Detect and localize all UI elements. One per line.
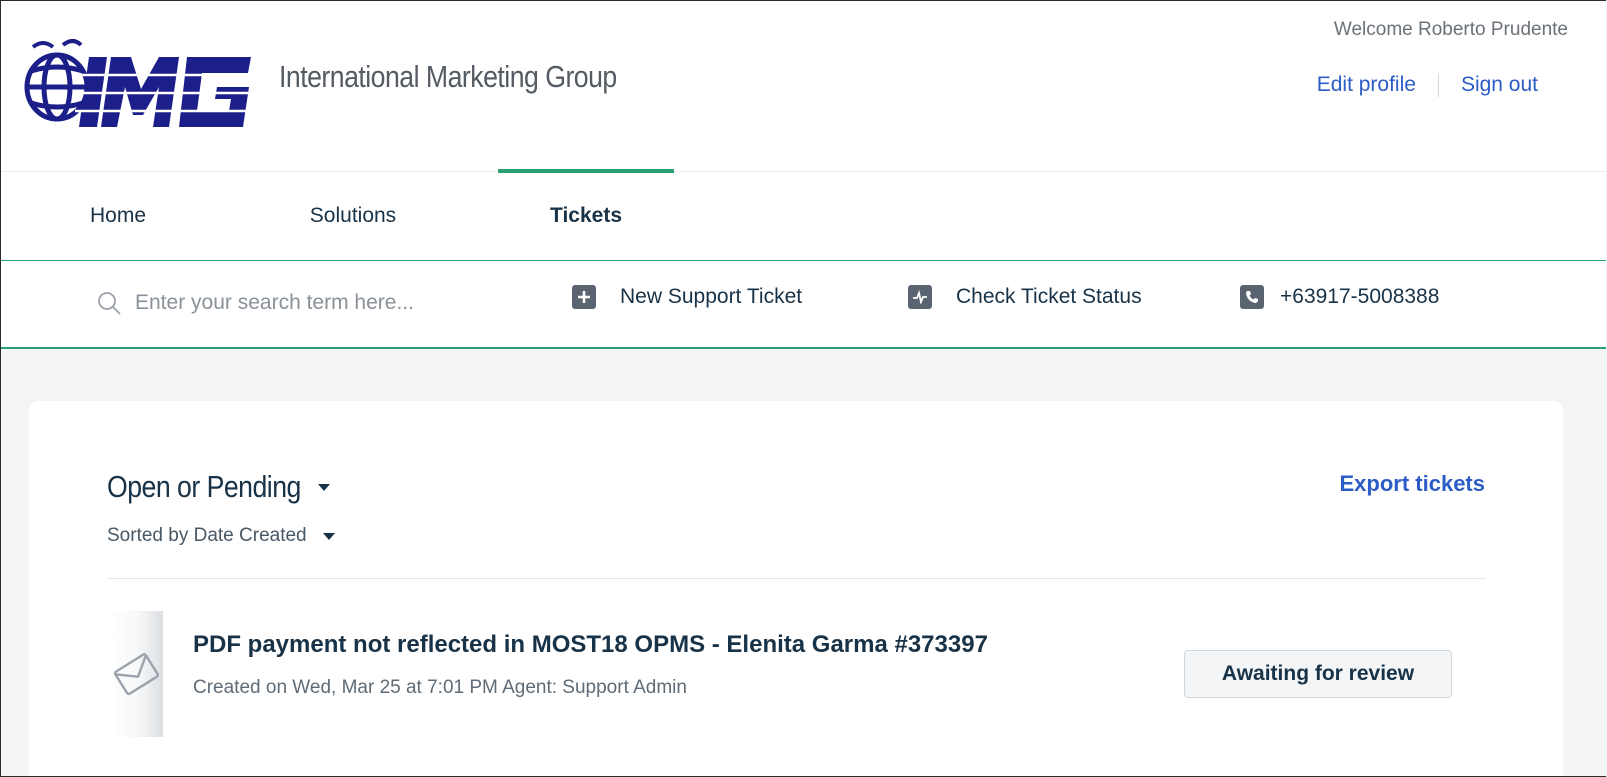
check-ticket-status-label: Check Ticket Status <box>956 285 1142 308</box>
check-ticket-status-button[interactable]: Check Ticket Status <box>908 285 1142 309</box>
new-support-ticket-label: New Support Ticket <box>620 285 803 308</box>
ticket-icon-container <box>107 611 163 737</box>
activity-pulse-icon <box>908 285 932 309</box>
nav-tab-tickets[interactable]: Tickets <box>498 169 674 260</box>
envelope-icon <box>113 653 160 696</box>
search-icon <box>98 292 121 315</box>
main-nav: Home Solutions Tickets <box>1 169 1606 262</box>
phone-contact[interactable]: +63917-5008388 <box>1240 285 1439 309</box>
status-badge: Awaiting for review <box>1184 650 1452 698</box>
new-support-ticket-button[interactable]: New Support Ticket <box>572 285 802 309</box>
export-tickets-link[interactable]: Export tickets <box>1340 471 1486 497</box>
search-input[interactable] <box>133 290 497 316</box>
header: International Marketing Group Welcome Ro… <box>1 1 1606 171</box>
ticket-row[interactable]: PDF payment not reflected in MOST18 OPMS… <box>107 611 1486 741</box>
img-logo-icon[interactable] <box>19 37 259 133</box>
ticket-meta: Created on Wed, Mar 25 at 7:01 PM Agent:… <box>193 677 687 698</box>
sort-label: Sorted by Date Created <box>107 525 307 546</box>
sort-dropdown[interactable]: Sorted by Date Created <box>107 525 335 547</box>
nav-tab-home[interactable]: Home <box>63 172 173 260</box>
caret-down-icon <box>322 532 335 540</box>
ticket-filter-dropdown[interactable]: Open or Pending <box>107 469 331 505</box>
divider <box>107 578 1486 579</box>
nav-tab-solutions[interactable]: Solutions <box>279 172 427 260</box>
edit-profile-link[interactable]: Edit profile <box>1317 73 1416 97</box>
caret-down-icon <box>318 483 331 491</box>
tickets-card: Open or Pending Sorted by Date Created E… <box>29 401 1563 776</box>
sign-out-link[interactable]: Sign out <box>1461 73 1538 97</box>
ticket-title-link[interactable]: PDF payment not reflected in MOST18 OPMS… <box>193 631 988 659</box>
search-box <box>97 283 497 323</box>
link-separator <box>1437 73 1439 97</box>
portal-frame: International Marketing Group Welcome Ro… <box>0 0 1606 777</box>
user-links: Edit profile Sign out <box>1317 73 1538 97</box>
welcome-text: Welcome Roberto Prudente <box>1333 19 1568 40</box>
phone-icon <box>1240 285 1264 309</box>
ticket-filter-label: Open or Pending <box>107 469 301 504</box>
action-bar: New Support Ticket Check Ticket Status +… <box>1 261 1606 349</box>
plus-icon <box>572 285 596 309</box>
phone-number: +63917-5008388 <box>1280 285 1440 308</box>
company-name: International Marketing Group <box>279 59 617 94</box>
